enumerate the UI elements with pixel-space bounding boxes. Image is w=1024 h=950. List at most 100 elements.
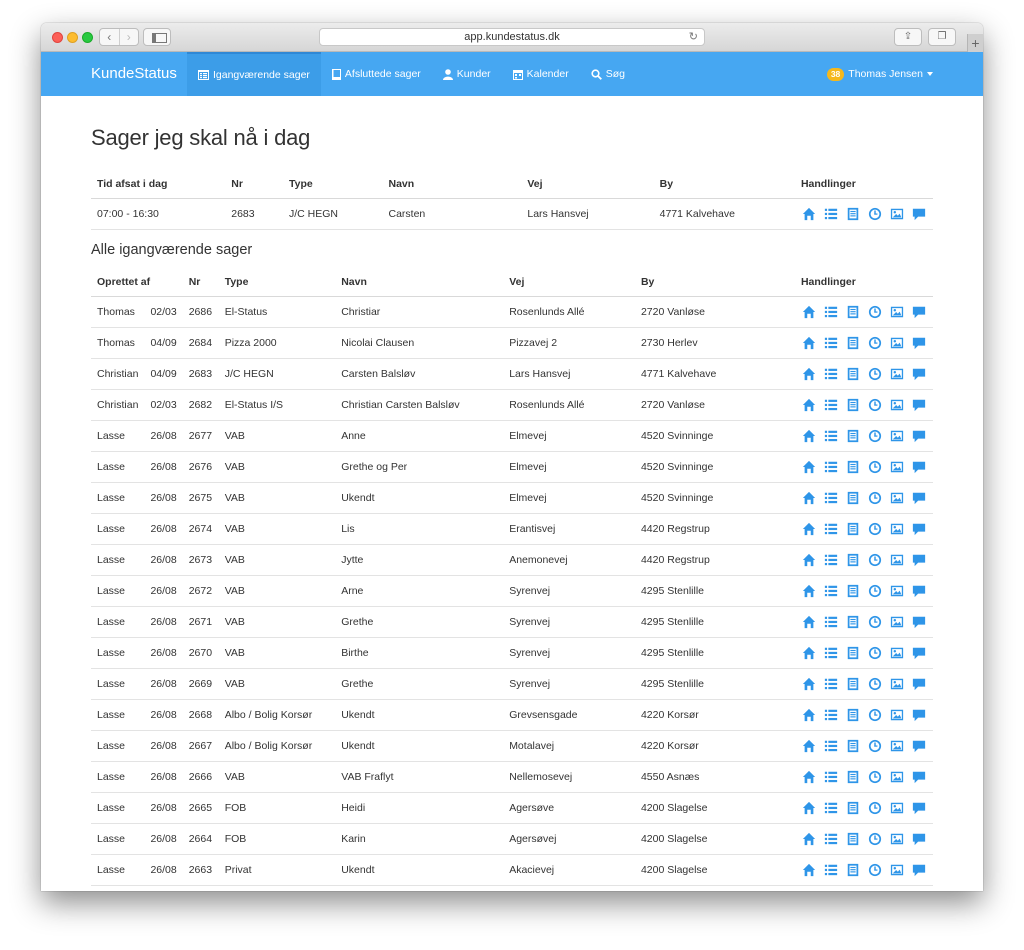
image-icon[interactable]: [889, 490, 905, 506]
list-icon[interactable]: [823, 707, 839, 723]
image-icon[interactable]: [889, 521, 905, 537]
document-icon[interactable]: [845, 206, 861, 222]
document-icon[interactable]: [845, 738, 861, 754]
table-row[interactable]: Christian 02/03 2682 El-Status I/S Christian…: [91, 389, 933, 421]
list-icon[interactable]: [823, 614, 839, 630]
home-icon[interactable]: [801, 206, 817, 222]
clock-icon[interactable]: [867, 490, 883, 506]
reload-icon[interactable]: ↻: [689, 29, 698, 45]
clock-icon[interactable]: [867, 459, 883, 475]
minimize-window-button[interactable]: [67, 32, 78, 43]
comment-icon[interactable]: [911, 707, 927, 723]
document-icon[interactable]: [845, 521, 861, 537]
brand-logo[interactable]: KundeStatus: [91, 52, 177, 96]
comment-icon[interactable]: [911, 304, 927, 320]
home-icon[interactable]: [801, 304, 817, 320]
table-row[interactable]: Lasse 26/08 2667 Albo / Bolig Korsør Ukendt M…: [91, 730, 933, 762]
table-row[interactable]: Lasse 26/08 2668 Albo / Bolig Korsør Ukendt G…: [91, 699, 933, 731]
comment-icon[interactable]: [911, 490, 927, 506]
forward-icon[interactable]: ›: [118, 29, 139, 45]
document-icon[interactable]: [845, 707, 861, 723]
clock-icon[interactable]: [867, 707, 883, 723]
list-icon[interactable]: [823, 769, 839, 785]
image-icon[interactable]: [889, 645, 905, 661]
comment-icon[interactable]: [911, 614, 927, 630]
image-icon[interactable]: [889, 831, 905, 847]
image-icon[interactable]: [889, 862, 905, 878]
document-icon[interactable]: [845, 831, 861, 847]
document-icon[interactable]: [845, 552, 861, 568]
image-icon[interactable]: [889, 335, 905, 351]
image-icon[interactable]: [889, 459, 905, 475]
document-icon[interactable]: [845, 769, 861, 785]
list-icon[interactable]: [823, 676, 839, 692]
table-row[interactable]: 07:00 - 16:30 2683 J/C HEGN Carsten Lars Han…: [91, 198, 933, 230]
table-row[interactable]: Lasse 26/08 2665 FOB Heidi Agersøve 4200 Slage…: [91, 792, 933, 824]
image-icon[interactable]: [889, 800, 905, 816]
clock-icon[interactable]: [867, 428, 883, 444]
table-row[interactable]: Lasse 26/08 2669 VAB Grethe Syrenvej 4295 Sten…: [91, 668, 933, 700]
comment-icon[interactable]: [911, 428, 927, 444]
home-icon[interactable]: [801, 800, 817, 816]
home-icon[interactable]: [801, 676, 817, 692]
document-icon[interactable]: [845, 459, 861, 475]
comment-icon[interactable]: [911, 583, 927, 599]
table-row[interactable]: Lasse 26/08 2663 Privat Ukendt Akacievej 4200 …: [91, 854, 933, 886]
document-icon[interactable]: [845, 583, 861, 599]
clock-icon[interactable]: [867, 831, 883, 847]
list-icon[interactable]: [823, 206, 839, 222]
comment-icon[interactable]: [911, 206, 927, 222]
comment-icon[interactable]: [911, 521, 927, 537]
table-row[interactable]: Lasse 26/08 2672 VAB Arne Syrenvej 4295 Stenli…: [91, 575, 933, 607]
clock-icon[interactable]: [867, 552, 883, 568]
document-icon[interactable]: [845, 304, 861, 320]
table-row[interactable]: Thomas 04/09 2684 Pizza 2000 Nicolai Clausen…: [91, 327, 933, 359]
comment-icon[interactable]: [911, 831, 927, 847]
comment-icon[interactable]: [911, 366, 927, 382]
tabs-overview-icon[interactable]: ❐: [928, 28, 956, 46]
image-icon[interactable]: [889, 366, 905, 382]
share-icon[interactable]: ⇪: [894, 28, 922, 46]
address-bar[interactable]: app.kundestatus.dk ↻: [319, 28, 705, 46]
home-icon[interactable]: [801, 521, 817, 537]
document-icon[interactable]: [845, 614, 861, 630]
clock-icon[interactable]: [867, 769, 883, 785]
clock-icon[interactable]: [867, 862, 883, 878]
home-icon[interactable]: [801, 490, 817, 506]
home-icon[interactable]: [801, 614, 817, 630]
list-icon[interactable]: [823, 366, 839, 382]
nav-item-3[interactable]: Kalender: [502, 52, 580, 96]
table-row[interactable]: Lasse 26/08 2675 VAB Ukendt Elmevej 4520 Svinn…: [91, 482, 933, 514]
image-icon[interactable]: [889, 304, 905, 320]
home-icon[interactable]: [801, 862, 817, 878]
table-row[interactable]: Lasse 26/08 2677 VAB Anne Elmevej 4520 Svinnin…: [91, 420, 933, 452]
comment-icon[interactable]: [911, 676, 927, 692]
list-icon[interactable]: [823, 800, 839, 816]
home-icon[interactable]: [801, 831, 817, 847]
document-icon[interactable]: [845, 397, 861, 413]
clock-icon[interactable]: [867, 614, 883, 630]
list-icon[interactable]: [823, 738, 839, 754]
table-row[interactable]: Thomas 02/03 2686 El-Status Christiar Rosenlu…: [91, 296, 933, 328]
home-icon[interactable]: [801, 707, 817, 723]
nav-item-0[interactable]: Igangværende sager: [187, 52, 321, 96]
home-icon[interactable]: [801, 428, 817, 444]
image-icon[interactable]: [889, 206, 905, 222]
image-icon[interactable]: [889, 428, 905, 444]
clock-icon[interactable]: [867, 304, 883, 320]
list-icon[interactable]: [823, 428, 839, 444]
clock-icon[interactable]: [867, 676, 883, 692]
document-icon[interactable]: [845, 490, 861, 506]
document-icon[interactable]: [845, 428, 861, 444]
list-icon[interactable]: [823, 583, 839, 599]
user-menu[interactable]: 38 Thomas Jensen: [826, 52, 933, 96]
list-icon[interactable]: [823, 862, 839, 878]
image-icon[interactable]: [889, 738, 905, 754]
image-icon[interactable]: [889, 614, 905, 630]
comment-icon[interactable]: [911, 552, 927, 568]
back-icon[interactable]: ‹: [100, 29, 119, 45]
comment-icon[interactable]: [911, 335, 927, 351]
document-icon[interactable]: [845, 335, 861, 351]
list-icon[interactable]: [823, 552, 839, 568]
list-icon[interactable]: [823, 397, 839, 413]
